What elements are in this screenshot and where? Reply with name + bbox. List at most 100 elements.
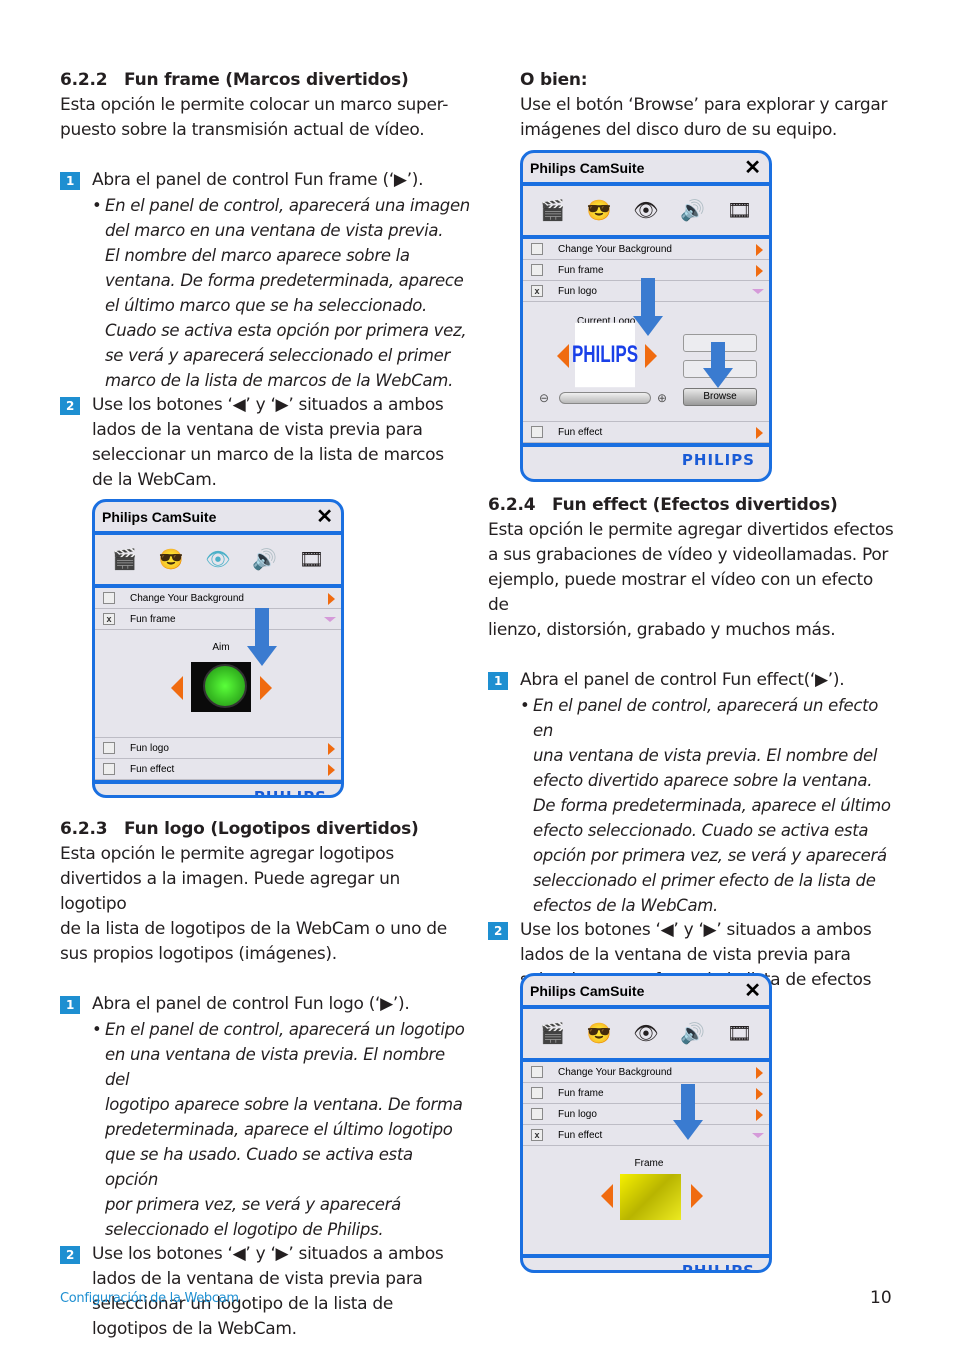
frame-preview-area: Aim	[95, 608, 341, 738]
expand-arrow-icon[interactable]	[756, 265, 763, 277]
step-badge: 2	[60, 397, 80, 415]
next-arrow-icon[interactable]	[645, 344, 657, 368]
zoom-in-icon[interactable]: ⊕	[657, 391, 667, 405]
prev-arrow-icon[interactable]	[601, 1184, 613, 1208]
bullet-note: • En el panel de control, aparecerá un l…	[92, 1020, 465, 1239]
expand-arrow-icon[interactable]	[328, 743, 335, 755]
next-arrow-icon[interactable]	[691, 1184, 703, 1208]
collapse-arrow-icon[interactable]	[752, 289, 764, 294]
step-1: 1 Abra el panel de control Fun frame (‘▶’…	[60, 168, 470, 193]
or-heading: O bien:	[520, 70, 588, 90]
step-badge: 1	[488, 672, 508, 690]
panel-toolbar: 🎬 😎 👁 🔊 🎞	[523, 186, 769, 239]
expand-arrow-icon[interactable]	[328, 764, 335, 776]
camsuite-panel-fun-effect: Philips CamSuite ✕ 🎬 😎 👁 🔊 🎞 Change Your …	[520, 973, 772, 1273]
checkbox[interactable]	[531, 1108, 543, 1120]
camsuite-panel-fun-logo: Philips CamSuite ✕ 🎬 😎 👁 🔊 🎞 Change Your …	[520, 150, 772, 482]
fun-face-icon[interactable]: 😎	[584, 199, 614, 223]
row-fun-effect[interactable]: x Fun effect	[523, 1125, 769, 1146]
row-change-background[interactable]: Change Your Background	[523, 1062, 769, 1083]
checkbox-checked[interactable]: x	[531, 1129, 543, 1141]
panel-title: Philips CamSuite	[530, 159, 645, 176]
row-fun-effect[interactable]: Fun effect	[95, 759, 341, 780]
expand-arrow-icon[interactable]	[756, 427, 763, 439]
collapse-arrow-icon[interactable]	[752, 1133, 764, 1138]
bullet-note: • En el panel de control, aparecerá una …	[92, 196, 470, 390]
checkbox[interactable]	[531, 426, 543, 438]
expand-arrow-icon[interactable]	[328, 593, 335, 605]
close-icon[interactable]: ✕	[316, 507, 333, 527]
expand-arrow-icon[interactable]	[756, 1088, 763, 1100]
intro-line: Esta opción le permite colocar un marco …	[60, 95, 449, 115]
next-arrow-icon[interactable]	[260, 676, 272, 700]
frame-preview-image	[191, 662, 251, 712]
checkbox[interactable]	[531, 1066, 543, 1078]
row-fun-effect[interactable]: Fun effect	[523, 422, 769, 443]
philips-brand-logo: PHILIPS	[523, 443, 769, 473]
checkbox[interactable]	[531, 264, 543, 276]
section-6-2-3: 6.2.3 Fun logo (Logotipos divertidos) Est…	[60, 817, 470, 1342]
browse-button[interactable]: Browse	[683, 388, 757, 406]
eye-icon[interactable]: 👁	[631, 199, 661, 223]
expand-arrow-icon[interactable]	[756, 1067, 763, 1079]
row-fun-logo[interactable]: Fun logo	[523, 1104, 769, 1125]
camsuite-panel-fun-frame: Philips CamSuite ✕ 🎬 😎 👁 🔊 🎞 Change Your …	[92, 499, 344, 798]
eye-icon[interactable]: 👁	[203, 548, 233, 572]
checkbox[interactable]	[103, 742, 115, 754]
checkbox-checked[interactable]: x	[103, 613, 115, 625]
fun-face-icon[interactable]: 😎	[156, 548, 186, 572]
expand-arrow-icon[interactable]	[756, 1109, 763, 1121]
prev-arrow-icon[interactable]	[557, 344, 569, 368]
checkbox[interactable]	[103, 592, 115, 604]
row-fun-frame[interactable]: x Fun frame	[95, 609, 341, 630]
effect-preview-image	[620, 1174, 681, 1220]
step-1: 1 Abra el panel de control Fun logo (‘▶’)…	[60, 992, 470, 1017]
heading-6-2-2: 6.2.2 Fun frame (Marcos divertidos)	[60, 70, 409, 90]
section-6-2-4: 6.2.4 Fun effect (Efectos divertidos) Est…	[488, 493, 898, 1018]
background-clapper-icon[interactable]: 🎬	[537, 199, 567, 223]
panel-toolbar: 🎬 😎 👁 🔊 🎞	[95, 535, 341, 588]
step-badge: 1	[60, 172, 80, 190]
heading-6-2-4: 6.2.4 Fun effect (Efectos divertidos)	[488, 495, 838, 515]
checkbox-checked[interactable]: x	[531, 285, 543, 297]
clapperboard-icon[interactable]: 🎞	[725, 1022, 755, 1046]
philips-brand-logo: PHILIPS	[523, 1254, 769, 1270]
prev-arrow-icon[interactable]	[171, 676, 183, 700]
logo-preview-image: PHILIPS	[572, 322, 638, 388]
step-2: 2 Use los botones ‘◀’ y ‘▶’ situados a a…	[60, 393, 470, 493]
step-1: 1 Abra el panel de control Fun effect(‘▶’…	[488, 668, 898, 693]
section-footer: Configuración de la Webcam	[60, 1291, 239, 1306]
step-badge: 2	[60, 1246, 80, 1264]
close-icon[interactable]: ✕	[744, 158, 761, 178]
eye-icon[interactable]: 👁	[631, 1022, 661, 1046]
clapperboard-icon[interactable]: 🎞	[297, 548, 327, 572]
panel-toolbar: 🎬 😎 👁 🔊 🎞	[523, 1009, 769, 1062]
row-change-background[interactable]: Change Your Background	[523, 239, 769, 260]
background-clapper-icon[interactable]: 🎬	[537, 1022, 567, 1046]
left-column: 6.2.2 Fun frame (Marcos divertidos) Esta …	[60, 68, 470, 493]
speaker-icon[interactable]: 🔊	[678, 1022, 708, 1046]
close-icon[interactable]: ✕	[744, 981, 761, 1001]
row-change-background[interactable]: Change Your Background	[95, 588, 341, 609]
zoom-out-icon[interactable]: ⊖	[539, 391, 549, 405]
checkbox[interactable]	[103, 763, 115, 775]
checkbox[interactable]	[531, 1087, 543, 1099]
clapperboard-icon[interactable]: 🎞	[725, 199, 755, 223]
panel-title: Philips CamSuite	[102, 508, 217, 525]
row-fun-logo[interactable]: Fun logo	[95, 738, 341, 759]
page-number: 10	[870, 1288, 892, 1308]
speaker-icon[interactable]: 🔊	[678, 199, 708, 223]
speaker-icon[interactable]: 🔊	[250, 548, 280, 572]
bullet-note: • En el panel de control, aparecerá un e…	[520, 696, 891, 915]
expand-arrow-icon[interactable]	[756, 244, 763, 256]
preview-label: Aim	[212, 642, 230, 653]
effect-preview-area: Frame	[523, 1084, 769, 1254]
fun-face-icon[interactable]: 😎	[584, 1022, 614, 1046]
size-slider[interactable]	[559, 392, 651, 404]
right-column: O bien: Use el botón ‘Browse’ para explo…	[488, 68, 898, 143]
background-clapper-icon[interactable]: 🎬	[109, 548, 139, 572]
collapse-arrow-icon[interactable]	[324, 617, 336, 622]
checkbox[interactable]	[531, 243, 543, 255]
row-fun-frame[interactable]: Fun frame	[523, 1083, 769, 1104]
panel-title: Philips CamSuite	[530, 982, 645, 999]
